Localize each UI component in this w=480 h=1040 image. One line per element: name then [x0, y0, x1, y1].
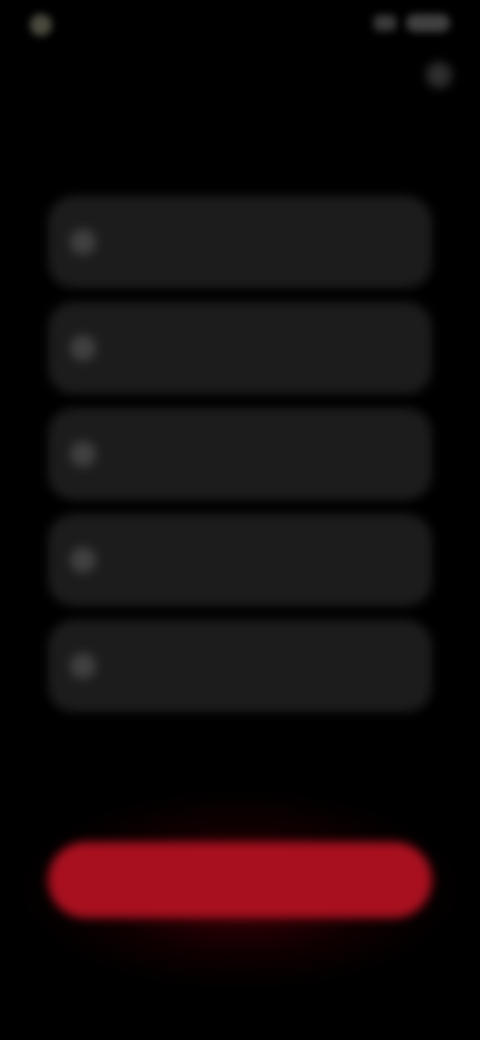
- option-text: [96, 555, 384, 565]
- option-text: [96, 449, 384, 459]
- option-card[interactable]: [48, 514, 432, 606]
- option-list: [48, 196, 432, 712]
- header: [24, 100, 456, 112]
- option-card[interactable]: [48, 408, 432, 500]
- option-icon: [70, 653, 96, 679]
- battery-icon: [406, 14, 450, 32]
- option-icon: [70, 547, 96, 573]
- option-icon: [70, 441, 96, 467]
- option-icon: [70, 335, 96, 361]
- option-card[interactable]: [48, 196, 432, 288]
- status-left: [30, 14, 60, 36]
- option-card[interactable]: [48, 302, 432, 394]
- signal-icon: [374, 15, 396, 31]
- app-indicator-icon: [30, 14, 52, 36]
- option-text: [96, 343, 384, 353]
- option-icon: [70, 229, 96, 255]
- option-text: [96, 661, 384, 671]
- close-icon[interactable]: [426, 62, 452, 88]
- status-right: [374, 14, 450, 32]
- status-bar: [0, 0, 480, 56]
- continue-button[interactable]: [48, 842, 432, 918]
- option-text: [96, 237, 384, 247]
- option-card[interactable]: [48, 620, 432, 712]
